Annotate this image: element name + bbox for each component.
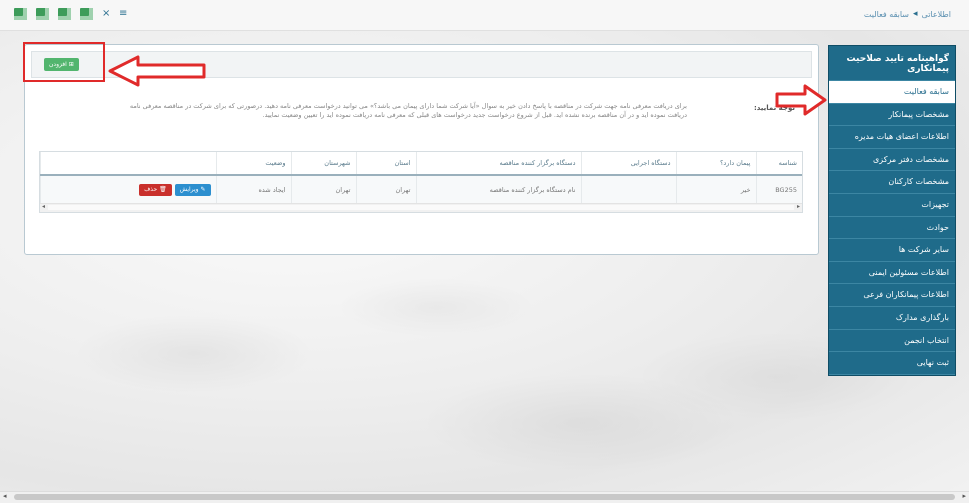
list-icon[interactable]: ≡ — [119, 9, 127, 19]
page-scroll-right-arrow-icon[interactable]: ▸ — [962, 492, 966, 500]
col-header-exec-org: دستگاه اجرایی — [580, 152, 676, 176]
table-horizontal-scrollbar[interactable]: ◂ ▸ — [40, 203, 802, 212]
pencil-icon: ✎ — [198, 185, 206, 193]
sidebar-item-subcontractors[interactable]: اطلاعات پیمانکاران فرعی — [829, 284, 955, 307]
cell-province: تهران — [355, 175, 416, 203]
page-scroll-thumb[interactable] — [14, 494, 955, 500]
note-text: برای دریافت معرفی نامه جهت شرکت در مناقص… — [129, 102, 687, 119]
highlight-box — [23, 42, 105, 82]
grid-green-icon[interactable] — [36, 8, 49, 20]
breadcrumb-separator: ◂ — [913, 9, 918, 19]
records-table: شناسه پیمان دارد؟ دستگاه اجرایی دستگاه ب… — [39, 151, 803, 213]
page-scroll-left-arrow-icon[interactable]: ◂ — [3, 492, 7, 500]
col-header-province: استان — [355, 152, 416, 176]
sidebar-menu: گواهینامه تایید صلاحیت پیمانکاری سابقه ف… — [828, 45, 956, 376]
cell-tender-org: نام دستگاه برگزار کننده مناقصه — [415, 175, 581, 203]
table-header-row: شناسه پیمان دارد؟ دستگاه اجرایی دستگاه ب… — [40, 152, 802, 176]
annotation-arrow-right-icon — [775, 84, 827, 116]
row-actions: 🗑 حذف ✎ ویرایش — [46, 183, 211, 196]
toolbar-icons: × ≡ — [14, 8, 127, 20]
x-small-icon[interactable]: × — [102, 9, 110, 19]
table-scroll-thumb[interactable] — [48, 205, 794, 210]
cell-has-contract: خیر — [675, 175, 756, 203]
trash-icon: 🗑 — [157, 185, 167, 193]
delete-button-label: حذف — [144, 185, 158, 193]
sidebar-item-contractor-info[interactable]: مشخصات پیمانکار — [829, 104, 955, 127]
delete-button[interactable]: 🗑 حذف — [139, 183, 172, 196]
col-header-city: شهرستان — [290, 152, 356, 176]
cell-actions: 🗑 حذف ✎ ویرایش — [40, 175, 216, 203]
scroll-left-arrow-icon[interactable]: ◂ — [42, 203, 45, 210]
col-header-actions — [40, 152, 216, 176]
grid-green-icon[interactable] — [14, 8, 27, 20]
sidebar-item-final-submit[interactable]: ثبت نهایی — [829, 352, 955, 375]
sidebar-item-select-association[interactable]: انتخاب انجمن — [829, 330, 955, 353]
edit-button-label: ویرایش — [179, 185, 199, 193]
sidebar-item-equipment[interactable]: تجهیزات — [829, 194, 955, 217]
col-header-id: شناسه — [755, 152, 802, 176]
page-horizontal-scrollbar[interactable]: ◂ ▸ — [0, 491, 969, 503]
sidebar-item-staff[interactable]: مشخصات کارکنان — [829, 171, 955, 194]
sidebar-item-upload-documents[interactable]: بارگذاری مدارک — [829, 307, 955, 330]
breadcrumb-root[interactable]: اطلاعاتی — [922, 10, 951, 19]
breadcrumb: اطلاعاتی ◂ سابقه فعالیت — [864, 9, 951, 19]
sidebar-item-activity-history[interactable]: سابقه فعالیت — [829, 81, 955, 104]
sidebar-title: گواهینامه تایید صلاحیت پیمانکاری — [829, 46, 955, 81]
sidebar-item-head-office[interactable]: مشخصات دفتر مرکزی — [829, 149, 955, 172]
grid-green-icon[interactable] — [58, 8, 71, 20]
col-header-tender-org: دستگاه برگزار کننده مناقصه — [415, 152, 581, 176]
scroll-right-arrow-icon[interactable]: ▸ — [797, 203, 800, 210]
cell-city: تهران — [290, 175, 356, 203]
col-header-has-contract: پیمان دارد؟ — [675, 152, 756, 176]
table-row: BG255 خیر نام دستگاه برگزار کننده مناقصه… — [40, 175, 802, 203]
cell-id: BG255 — [755, 175, 802, 203]
breadcrumb-current: سابقه فعالیت — [863, 9, 909, 19]
cell-status: ایجاد شده — [215, 175, 291, 203]
sidebar-item-safety-officers[interactable]: اطلاعات مسئولین ایمنی — [829, 262, 955, 285]
cell-exec-org — [580, 175, 676, 203]
sidebar-item-other-companies[interactable]: سایر شرکت ها — [829, 239, 955, 262]
edit-button[interactable]: ✎ ویرایش — [174, 183, 211, 196]
sidebar-item-board-members[interactable]: اطلاعات اعضای هیات مدیره — [829, 126, 955, 149]
col-header-status: وضعیت — [215, 152, 291, 176]
annotation-arrow-left-icon — [108, 55, 206, 87]
top-toolbar: × ≡ اطلاعاتی ◂ سابقه فعالیت — [0, 0, 969, 31]
sidebar-item-incidents[interactable]: حوادث — [829, 217, 955, 240]
grid-green-icon[interactable] — [80, 8, 93, 20]
